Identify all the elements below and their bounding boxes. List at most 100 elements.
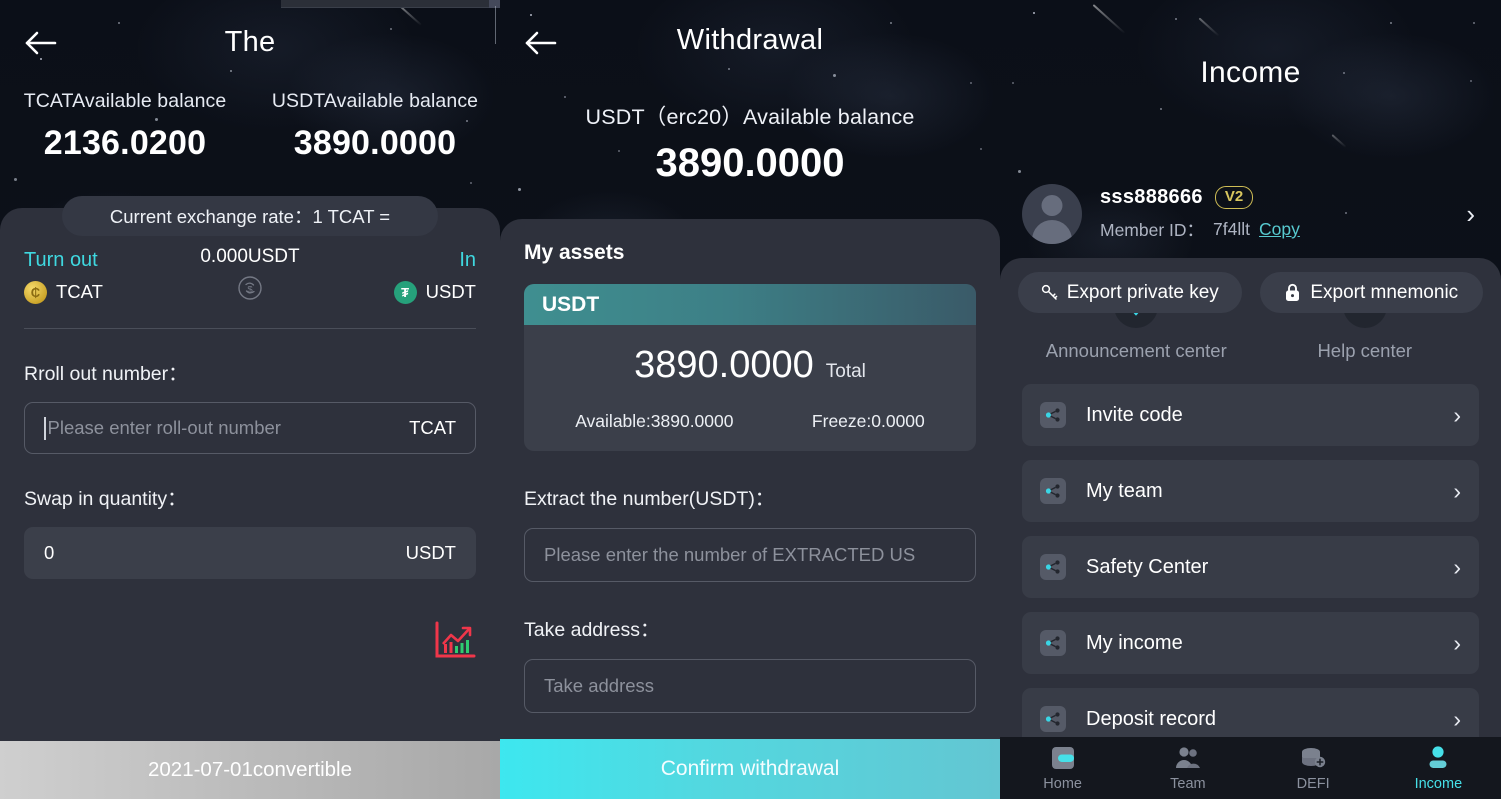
profile-name-row: sss888666 V2 (1100, 186, 1466, 209)
rollout-label: Rroll out number： (24, 363, 188, 385)
swap-middle: 0.000USDT $ (144, 246, 356, 306)
extract-amount-input[interactable]: Please enter the number of EXTRACTED US (524, 528, 976, 582)
tab-label: Income (1414, 776, 1463, 792)
key-icon (1041, 284, 1058, 300)
panel-swap: The TCATAvailable balance 2136.0200 USDT… (0, 0, 500, 799)
swap-circle-dollar-icon[interactable]: $ (237, 275, 263, 301)
extract-placeholder: Please enter the number of EXTRACTED US (544, 544, 916, 565)
export-mnemonic-button[interactable]: Export mnemonic (1259, 272, 1483, 313)
swap-to-coin: ₮ USDT (356, 280, 476, 304)
window-scroll-strip[interactable] (281, 0, 500, 44)
export-mnemonic-label: Export mnemonic (1310, 281, 1459, 303)
export-private-key-label: Export private key (1066, 281, 1219, 303)
asset-breakdown: Available:3890.0000 Freeze:0.0000 (524, 391, 976, 451)
balance-label: TCATAvailable balance (23, 90, 227, 112)
asset-card-usdt[interactable]: USDT 3890.0000 Total Available:3890.0000… (524, 284, 976, 451)
asset-total-value: 3890.0000 (634, 344, 814, 386)
tab-income[interactable]: Income (1376, 744, 1501, 792)
defi-coins-icon (1251, 744, 1376, 771)
member-id-value: 7f4llt (1213, 219, 1251, 239)
tcat-coin-icon: ₵ (24, 280, 47, 304)
withdrawal-header: Withdrawal (500, 0, 1000, 86)
withdrawal-balance: USDT（erc20）Available balance 3890.0000 (500, 100, 1000, 186)
balance-value: 2136.0200 (43, 124, 207, 162)
member-id-row: Member ID： 7f4llt Copy (1100, 217, 1466, 242)
asset-total-label: Total (825, 361, 866, 382)
menu-item-label: Invite code (1086, 403, 1183, 426)
swapin-unit: USDT (405, 542, 456, 563)
level-badge: V2 (1214, 186, 1254, 209)
balance-tcat: TCATAvailable balance 2136.0200 (0, 90, 250, 163)
share-nodes-icon (1040, 478, 1066, 504)
asset-total-row: 3890.0000 Total (524, 325, 976, 391)
swap-from[interactable]: Turn out ₵ TCAT (24, 249, 144, 304)
menu-item-invite-code[interactable]: Invite code › (1022, 384, 1479, 446)
export-private-key-button[interactable]: Export private key (1018, 272, 1242, 313)
export-buttons-row: Export private key Export mnemonic (1000, 272, 1501, 313)
page-title: Income (1200, 56, 1301, 89)
usdt-coin-icon: ₮ (393, 280, 417, 304)
share-nodes-icon (1040, 402, 1066, 428)
swap-direction-row: Turn out ₵ TCAT 0.000USDT $ In ₮ USDT (24, 246, 476, 306)
address-placeholder: Take address (544, 675, 655, 696)
swap-to[interactable]: In ₮ USDT (356, 249, 476, 304)
asset-freeze: Freeze:0.0000 (811, 411, 925, 431)
copy-button[interactable]: Copy (1259, 219, 1300, 240)
rollout-input[interactable]: Please enter roll-out number TCAT (24, 402, 476, 454)
panel-withdrawal: Withdrawal USDT（erc20）Available balance … (500, 0, 1000, 799)
swap-from-coin-label: TCAT (56, 281, 103, 302)
withdrawal-form-sheet: My assets USDT 3890.0000 Total Available… (500, 219, 1000, 799)
balance-value: 3890.0000 (293, 124, 457, 162)
balance-summary: TCATAvailable balance 2136.0200 USDTAvai… (0, 90, 500, 163)
svg-text:$: $ (247, 284, 253, 295)
menu-item-label: Safety Center (1086, 555, 1209, 578)
convertible-footer-button[interactable]: 2021-07-01convertible (0, 741, 500, 799)
menu-item-label: My income (1086, 631, 1183, 654)
chevron-right-icon: › (1453, 401, 1461, 428)
take-address-input[interactable]: Take address (524, 659, 976, 713)
balance-label: USDT（erc20）Available balance (585, 105, 915, 129)
rollout-placeholder: Please enter roll-out number (47, 417, 281, 438)
share-nodes-icon (1040, 706, 1066, 732)
asset-symbol: USDT (524, 284, 976, 325)
swap-middle-value: 0.000USDT (200, 246, 300, 267)
profile-row[interactable]: sss888666 V2 Member ID： 7f4llt Copy › (1000, 184, 1501, 244)
balance-value: 3890.0000 (655, 141, 845, 185)
member-id-label: Member ID： (1100, 220, 1205, 240)
help-center-label: Help center (1317, 340, 1413, 361)
income-content-sheet: Announcement center i Help center (1000, 258, 1501, 799)
menu-item-my-team[interactable]: My team › (1022, 460, 1479, 522)
tab-defi[interactable]: DEFI (1251, 744, 1376, 792)
form-divider (24, 328, 476, 329)
user-avatar-icon (1022, 184, 1082, 244)
swap-from-label: Turn out (24, 248, 98, 271)
team-icon (1125, 744, 1250, 771)
chevron-right-icon[interactable]: › (1466, 201, 1475, 227)
tab-label: Team (1170, 776, 1206, 792)
menu-item-safety-center[interactable]: Safety Center › (1022, 536, 1479, 598)
my-assets-title: My assets (524, 241, 625, 264)
chevron-right-icon: › (1453, 705, 1461, 732)
rollout-unit: TCAT (409, 417, 456, 438)
confirm-withdrawal-button[interactable]: Confirm withdrawal (500, 739, 1000, 799)
address-label: Take address： (524, 619, 660, 641)
person-icon (1376, 744, 1501, 771)
tab-home[interactable]: Home (1000, 744, 1125, 792)
profile-info: sss888666 V2 Member ID： 7f4llt Copy (1100, 186, 1466, 242)
page-title: Withdrawal (676, 24, 824, 56)
announcement-center-label: Announcement center (1045, 340, 1227, 361)
page-title: The (224, 26, 276, 58)
tab-team[interactable]: Team (1125, 744, 1250, 792)
balance-label: USDTAvailable balance (271, 90, 479, 112)
three-panel-screenshot: The TCATAvailable balance 2136.0200 USDT… (0, 0, 1501, 799)
swapin-input[interactable]: 0 USDT (24, 527, 476, 579)
menu-item-my-income[interactable]: My income › (1022, 612, 1479, 674)
tab-label: DEFI (1296, 776, 1330, 792)
swap-to-label: In (459, 248, 476, 271)
menu-item-label: My team (1086, 479, 1163, 502)
chevron-right-icon: › (1453, 477, 1461, 504)
home-icon (1000, 744, 1125, 771)
swapin-value: 0 (44, 542, 55, 563)
income-header: Income (1000, 0, 1501, 89)
candlestick-chart-icon[interactable] (434, 620, 476, 660)
